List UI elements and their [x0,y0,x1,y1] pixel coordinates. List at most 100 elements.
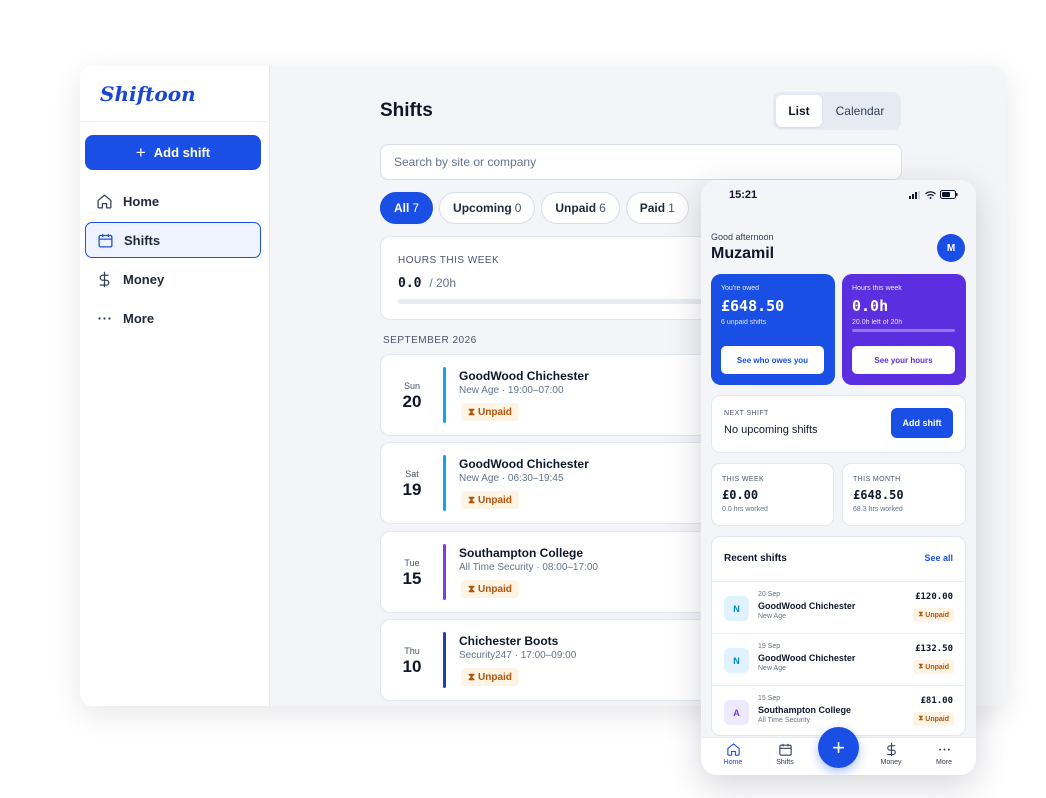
status-badge: ⧗ Unpaid [461,491,519,509]
status-icons [909,190,958,199]
status-text: Unpaid [478,583,512,595]
app-logo: Shiftoon [100,82,196,106]
tab-money[interactable]: Money [871,742,911,766]
wifi-icon [925,190,936,199]
status-bar: 15:21 [701,180,976,210]
home-icon [726,743,740,756]
hours-card: Hours this week 0.0h 20.0h left of 20h S… [842,274,966,385]
week-value: £0.00 [722,488,759,502]
greeting: Good afternoon [711,232,774,242]
sidebar-divider [80,121,270,122]
tab-label: More [936,759,952,766]
hours-label: Hours this week [852,285,902,292]
hourglass-icon: ⧗ [918,715,924,722]
item-date: 20 Sep [758,591,781,598]
hourglass-icon: ⧗ [468,406,476,418]
see-hours-button[interactable]: See your hours [852,346,955,374]
status-time: 15:21 [729,189,758,201]
list-item[interactable]: N 19 Sep GoodWood Chichester New Age £13… [712,633,965,685]
tab-home[interactable]: Home [713,742,753,766]
shift-site: GoodWood Chichester [459,457,589,471]
company-avatar: N [724,596,749,621]
shift-accent-bar [443,544,446,600]
tab-shifts[interactable]: Shifts [765,742,805,766]
list-item[interactable]: N 20 Sep GoodWood Chichester New Age £12… [712,581,965,633]
filter-count: 1 [668,201,675,215]
item-company: New Age [758,665,787,672]
hourglass-icon: ⧗ [468,583,476,595]
filter-paid[interactable]: Paid 1 [625,192,689,224]
mobile-app-frame: 15:21 Good afternoon Muzamil M You're ow… [701,180,976,775]
search-input[interactable] [394,155,901,169]
sidebar-item-shifts[interactable]: Shifts [85,222,261,258]
view-toggle: List Calendar [773,92,901,130]
item-date: 15 Sep [758,695,781,702]
add-shift-button[interactable]: Add shift [891,408,953,438]
filter-chips: All 7 Upcoming 0 Unpaid 6 Paid 1 [380,192,689,224]
filter-unpaid[interactable]: Unpaid 6 [541,192,620,224]
item-date: 19 Sep [758,643,781,650]
plus-icon: + [135,143,146,162]
see-who-owes-button[interactable]: See who owes you [721,346,824,374]
shift-weekday: Thu [404,646,420,656]
company-avatar: N [724,648,749,673]
filter-label: All [394,201,410,215]
sidebar-item-label: Shifts [124,232,161,248]
hourglass-icon: ⧗ [918,611,924,618]
shift-day: 10 [402,657,422,676]
owed-value: £648.50 [721,297,785,315]
calendar-icon [96,231,114,249]
sidebar-item-home[interactable]: Home [85,183,261,219]
dollar-icon [886,742,896,757]
hours-value: 0.0h [852,297,889,315]
shift-weekday: Sun [403,381,420,391]
battery-icon [940,190,958,199]
sidebar-item-more[interactable]: More [85,300,261,336]
add-fab-button[interactable]: + [818,727,859,768]
hours-target: / 20h [429,276,457,290]
hours-sub: 20.0h left of 20h [852,319,903,326]
filter-upcoming[interactable]: Upcoming 0 [439,192,536,224]
filter-label: Unpaid [555,201,597,215]
filter-label: Upcoming [453,201,512,215]
recent-shifts-card: Recent shifts See all N 20 Sep GoodWood … [711,536,966,736]
see-all-link[interactable]: See all [924,553,953,563]
status-badge: ⧗ Unpaid [913,608,954,622]
signal-icon [909,190,920,199]
add-shift-button[interactable]: + Add shift [85,135,261,170]
shift-accent-bar [443,455,446,511]
filter-count: 7 [412,201,420,215]
tab-more[interactable]: More [924,742,964,766]
tab-calendar[interactable]: Calendar [822,95,898,127]
sidebar-item-money[interactable]: Money [85,261,261,297]
status-text: Unpaid [478,406,512,418]
tab-label: Shifts [776,759,794,766]
owed-sub: 6 unpaid shifts [721,319,767,326]
sidebar-item-label: More [123,310,155,326]
month-sub: 68.3 hrs worked [853,506,903,513]
hourglass-icon: ⧗ [918,663,924,670]
dollar-icon [95,270,113,288]
calendar-icon [778,743,792,756]
sidebar-item-label: Home [123,193,160,209]
item-site: GoodWood Chichester [758,653,856,663]
status-badge: ⧗ Unpaid [461,580,519,598]
this-week-card: THIS WEEK £0.00 0.0 hrs worked [711,463,834,526]
status-badge: ⧗ Unpaid [461,403,519,421]
week-sub: 0.0 hrs worked [722,506,768,513]
this-month-card: THIS MONTH £648.50 68.3 hrs worked [842,463,966,526]
tab-label: Money [880,759,902,766]
shift-site: GoodWood Chichester [459,369,589,383]
week-label: THIS WEEK [722,476,765,483]
hourglass-icon: ⧗ [468,494,476,506]
tab-label: Home [723,759,743,766]
avatar[interactable]: M [937,234,965,262]
tab-list[interactable]: List [776,95,822,127]
sidebar: Shiftoon + Add shift Home Shifts Money M… [80,66,270,706]
shift-details: Security247 · 17:00–09:00 [459,650,577,661]
filter-all[interactable]: All 7 [380,192,434,224]
owed-label: You're owed [721,285,760,292]
owed-card: You're owed £648.50 6 unpaid shifts See … [711,274,835,385]
item-company: All Time Security [758,717,811,724]
item-amount: £120.00 [915,592,953,602]
